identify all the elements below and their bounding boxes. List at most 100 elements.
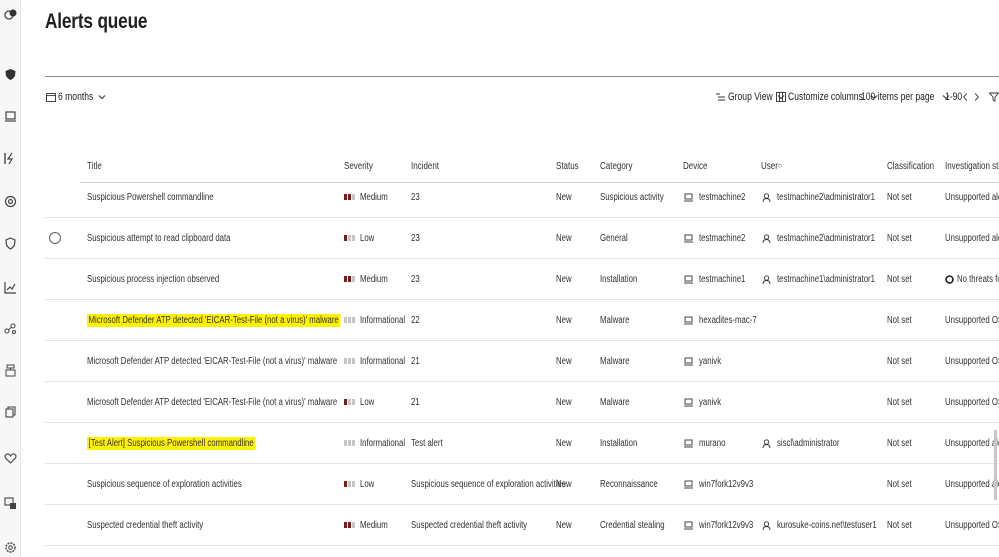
severity-bars-icon	[344, 317, 356, 323]
calendar-icon	[46, 93, 56, 102]
info-icon: ○	[777, 161, 782, 170]
incident-cell: Suspected credential theft activity	[411, 519, 528, 531]
severity-cell: Low	[344, 218, 378, 258]
investigation-state-cell: Unsupported OS	[945, 519, 999, 531]
column-header-classification[interactable]: Classification	[887, 161, 934, 172]
items-per-page-label: 100 items per page	[861, 91, 935, 103]
category-cell: Suspicious activity	[600, 191, 664, 203]
column-header-device[interactable]: Device	[683, 161, 707, 172]
severity-bars-icon	[344, 276, 356, 282]
category-cell: Malware	[600, 396, 630, 408]
incident-cell: 21	[411, 355, 420, 367]
page-title: Alerts queue	[45, 10, 148, 33]
filter-icon	[989, 92, 999, 102]
table-row[interactable]: Suspicious process injection observed Med…	[45, 259, 999, 300]
device-icon	[684, 234, 693, 242]
column-header-user[interactable]: User○	[761, 161, 782, 172]
incident-cell: 23	[411, 273, 420, 285]
alert-title: Suspicious Powershell commandline	[87, 191, 214, 203]
status-cell: New	[556, 519, 572, 531]
lab-icon[interactable]	[4, 364, 17, 377]
device-icon	[684, 193, 693, 201]
next-page-button[interactable]	[972, 89, 983, 105]
table-row[interactable]: Microsoft Defender ATP detected 'EICAR-T…	[45, 300, 999, 341]
severity-cell: Informational	[344, 423, 418, 463]
status-cell: New	[556, 191, 572, 203]
shield-icon[interactable]	[4, 68, 17, 81]
date-filter-label: 6 months	[58, 91, 94, 103]
table-row[interactable]: Suspicious attempt to read clipboard dat…	[45, 218, 999, 259]
device-cell: testmachine2	[684, 218, 758, 258]
table-row[interactable]: [Test Alert] Suspicious Powershell comma…	[45, 423, 999, 464]
column-header-severity[interactable]: Severity	[344, 161, 373, 172]
status-cell: New	[556, 273, 572, 285]
status-cell: New	[556, 232, 572, 244]
title-divider	[45, 76, 999, 77]
device-cell: murano	[684, 423, 733, 463]
heart-icon[interactable]	[4, 452, 17, 465]
device-cell: testmachine2	[684, 177, 758, 217]
table-row[interactable]: Suspicious Powershell commandline Medium 2…	[45, 177, 999, 218]
category-cell: General	[600, 232, 628, 244]
category-cell: Credential stealing	[600, 519, 665, 531]
severity-bars-icon	[344, 481, 356, 487]
device-icon[interactable]	[4, 110, 17, 123]
device-icon	[684, 521, 693, 529]
severity-cell: Informational	[344, 300, 418, 340]
date-filter-dropdown[interactable]: 6 months	[46, 89, 109, 105]
left-nav-rail	[0, 0, 21, 557]
chevron-down-icon	[98, 95, 106, 100]
incident-cell: Suspicious sequence of exploration activ…	[411, 478, 566, 490]
alert-title: Suspicious attempt to read clipboard dat…	[87, 232, 231, 244]
severity-cell: Low	[344, 382, 378, 422]
severity-cell: Medium	[344, 177, 396, 217]
table-row[interactable]: Microsoft Defender ATP detected 'EICAR-T…	[45, 341, 999, 382]
table-row[interactable]: Suspicious sequence of exploration activ…	[45, 464, 999, 505]
table-row[interactable]: Suspected credential theft activity Mediu…	[45, 505, 999, 546]
filter-button[interactable]	[989, 89, 999, 105]
items-per-page-dropdown[interactable]: 100 items per page	[861, 89, 953, 105]
shield-check-icon[interactable]	[4, 237, 17, 250]
status-cell: New	[556, 478, 572, 490]
chart-icon[interactable]	[4, 281, 17, 294]
column-header-title[interactable]: Title	[87, 161, 102, 172]
status-cell: New	[556, 355, 572, 367]
row-select-radio[interactable]	[49, 232, 61, 244]
investigation-state-cell: Unsupported alert ty	[945, 191, 999, 203]
column-header-investigation-state[interactable]: Investigation state	[945, 161, 999, 172]
copy-icon[interactable]	[4, 406, 17, 419]
incident-cell: Test alert	[411, 437, 443, 449]
severity-cell: Medium	[344, 505, 396, 545]
no-threats-icon	[945, 274, 954, 284]
device-cell: win7fork12v9v3	[684, 464, 768, 504]
user-icon	[762, 233, 771, 243]
incident-cell: 23	[411, 232, 420, 244]
user-cell: kurosuke-coins.net\testuser1	[762, 505, 905, 545]
lightning-icon[interactable]	[4, 152, 17, 165]
column-header-category[interactable]: Category	[600, 161, 632, 172]
classification-cell: Not set	[887, 273, 912, 285]
device-icon	[684, 316, 693, 324]
settings-icon[interactable]	[4, 541, 17, 554]
graph-icon[interactable]	[4, 322, 17, 335]
category-cell: Reconnaissance	[600, 478, 658, 490]
table-row[interactable]: Microsoft Defender ATP detected 'EICAR-T…	[45, 382, 999, 423]
alerts-badge-icon[interactable]	[4, 8, 17, 21]
severity-cell: Informational	[344, 341, 418, 381]
user-cell: siscl\administrator	[762, 423, 857, 463]
chevron-left-icon	[963, 93, 968, 101]
column-header-incident[interactable]: Incident	[411, 161, 439, 172]
investigation-state-cell: Unsupported OS	[945, 396, 999, 408]
columns-icon	[776, 92, 786, 102]
group-view-label: Group View	[728, 91, 773, 103]
device-icon	[684, 439, 693, 447]
target-icon[interactable]	[4, 195, 17, 208]
scrollbar[interactable]	[994, 430, 997, 500]
devices-icon[interactable]	[4, 497, 17, 510]
alert-title: Suspected credential theft activity	[87, 519, 204, 531]
classification-cell: Not set	[887, 396, 912, 408]
previous-page-button[interactable]	[961, 89, 972, 105]
column-header-status[interactable]: Status	[556, 161, 579, 172]
classification-cell: Not set	[887, 355, 912, 367]
category-cell: Malware	[600, 314, 630, 326]
